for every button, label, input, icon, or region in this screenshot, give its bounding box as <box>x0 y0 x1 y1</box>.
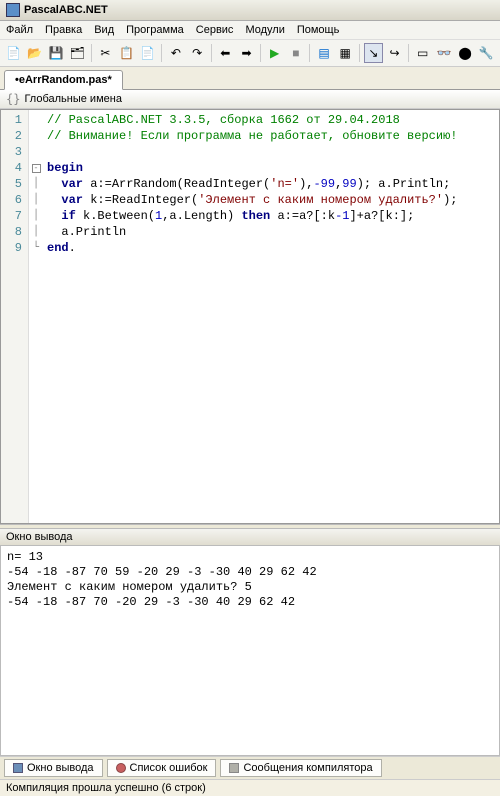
menu-modules[interactable]: Модули <box>245 24 284 36</box>
compile-icon[interactable]: ▤ <box>314 43 333 63</box>
navigation-bar[interactable]: {} Глобальные имена <box>0 90 500 109</box>
menu-program[interactable]: Программа <box>126 24 184 36</box>
stop-icon[interactable]: ■ <box>286 43 305 63</box>
code-editor[interactable]: 1 2 3 4 5 6 7 8 9 - ││││└ // PascalABC.N… <box>0 109 500 524</box>
new-file-icon[interactable]: 📄 <box>4 43 23 63</box>
save-icon[interactable]: 💾 <box>46 43 65 63</box>
file-tab[interactable]: •eArrRandom.pas* <box>4 70 123 90</box>
form-icon[interactable]: ▭ <box>413 43 432 63</box>
window-title: PascalABC.NET <box>24 4 108 16</box>
status-text: Компиляция прошла успешно (6 строк) <box>6 782 206 794</box>
open-file-icon[interactable]: 📂 <box>25 43 44 63</box>
step-over-icon[interactable]: ↪ <box>385 43 404 63</box>
line-gutter: 1 2 3 4 5 6 7 8 9 <box>1 110 29 523</box>
tab-output[interactable]: Окно вывода <box>4 759 103 777</box>
tab-errors[interactable]: Список ошибок <box>107 759 217 777</box>
cut-icon[interactable]: ✂ <box>96 43 115 63</box>
watch-icon[interactable]: 👓 <box>434 43 453 63</box>
debug-icon[interactable]: 🔧 <box>477 43 496 63</box>
save-all-icon[interactable]: 🗂 <box>68 43 87 63</box>
menu-help[interactable]: Помощь <box>297 24 340 36</box>
menu-view[interactable]: Вид <box>94 24 114 36</box>
nav-scope: Глобальные имена <box>24 93 122 105</box>
copy-icon[interactable]: 📋 <box>117 43 136 63</box>
paste-icon[interactable]: 📄 <box>138 43 157 63</box>
fold-toggle-icon[interactable]: - <box>32 164 41 173</box>
toolbar: 📄 📂 💾 🗂 ✂ 📋 📄 ↶ ↷ ⬅ ➡ ▶ ■ ▤ ▦ ↘ ↪ ▭ 👓 ⬤ … <box>0 40 500 67</box>
statusbar: Компиляция прошла успешно (6 строк) <box>0 779 500 796</box>
brace-icon: {} <box>6 92 20 106</box>
tab-compiler-messages[interactable]: Сообщения компилятора <box>220 759 381 777</box>
output-icon <box>13 763 23 773</box>
nav-back-icon[interactable]: ⬅ <box>216 43 235 63</box>
error-icon <box>116 763 126 773</box>
bottom-tab-strip: Окно вывода Список ошибок Сообщения комп… <box>0 756 500 779</box>
breakpoint-icon[interactable]: ⬤ <box>456 43 475 63</box>
message-icon <box>229 763 239 773</box>
output-panel[interactable]: n= 13 -54 -18 -87 70 59 -20 29 -3 -30 40… <box>0 546 500 756</box>
code-content[interactable]: // PascalABC.NET 3.3.5, сборка 1662 от 2… <box>43 110 499 523</box>
fold-column: - ││││└ <box>29 110 43 523</box>
run-icon[interactable]: ▶ <box>265 43 284 63</box>
undo-icon[interactable]: ↶ <box>166 43 185 63</box>
menu-file[interactable]: Файл <box>6 24 33 36</box>
output-panel-title: Окно вывода <box>0 529 500 546</box>
menubar: Файл Правка Вид Программа Сервис Модули … <box>0 21 500 40</box>
editor-tab-strip: •eArrRandom.pas* <box>0 67 500 90</box>
nav-fwd-icon[interactable]: ➡ <box>237 43 256 63</box>
app-icon <box>6 3 20 17</box>
redo-icon[interactable]: ↷ <box>188 43 207 63</box>
menu-service[interactable]: Сервис <box>196 24 234 36</box>
menu-edit[interactable]: Правка <box>45 24 82 36</box>
window-titlebar: PascalABC.NET <box>0 0 500 21</box>
step-into-icon[interactable]: ↘ <box>364 43 383 63</box>
build-icon[interactable]: ▦ <box>336 43 355 63</box>
